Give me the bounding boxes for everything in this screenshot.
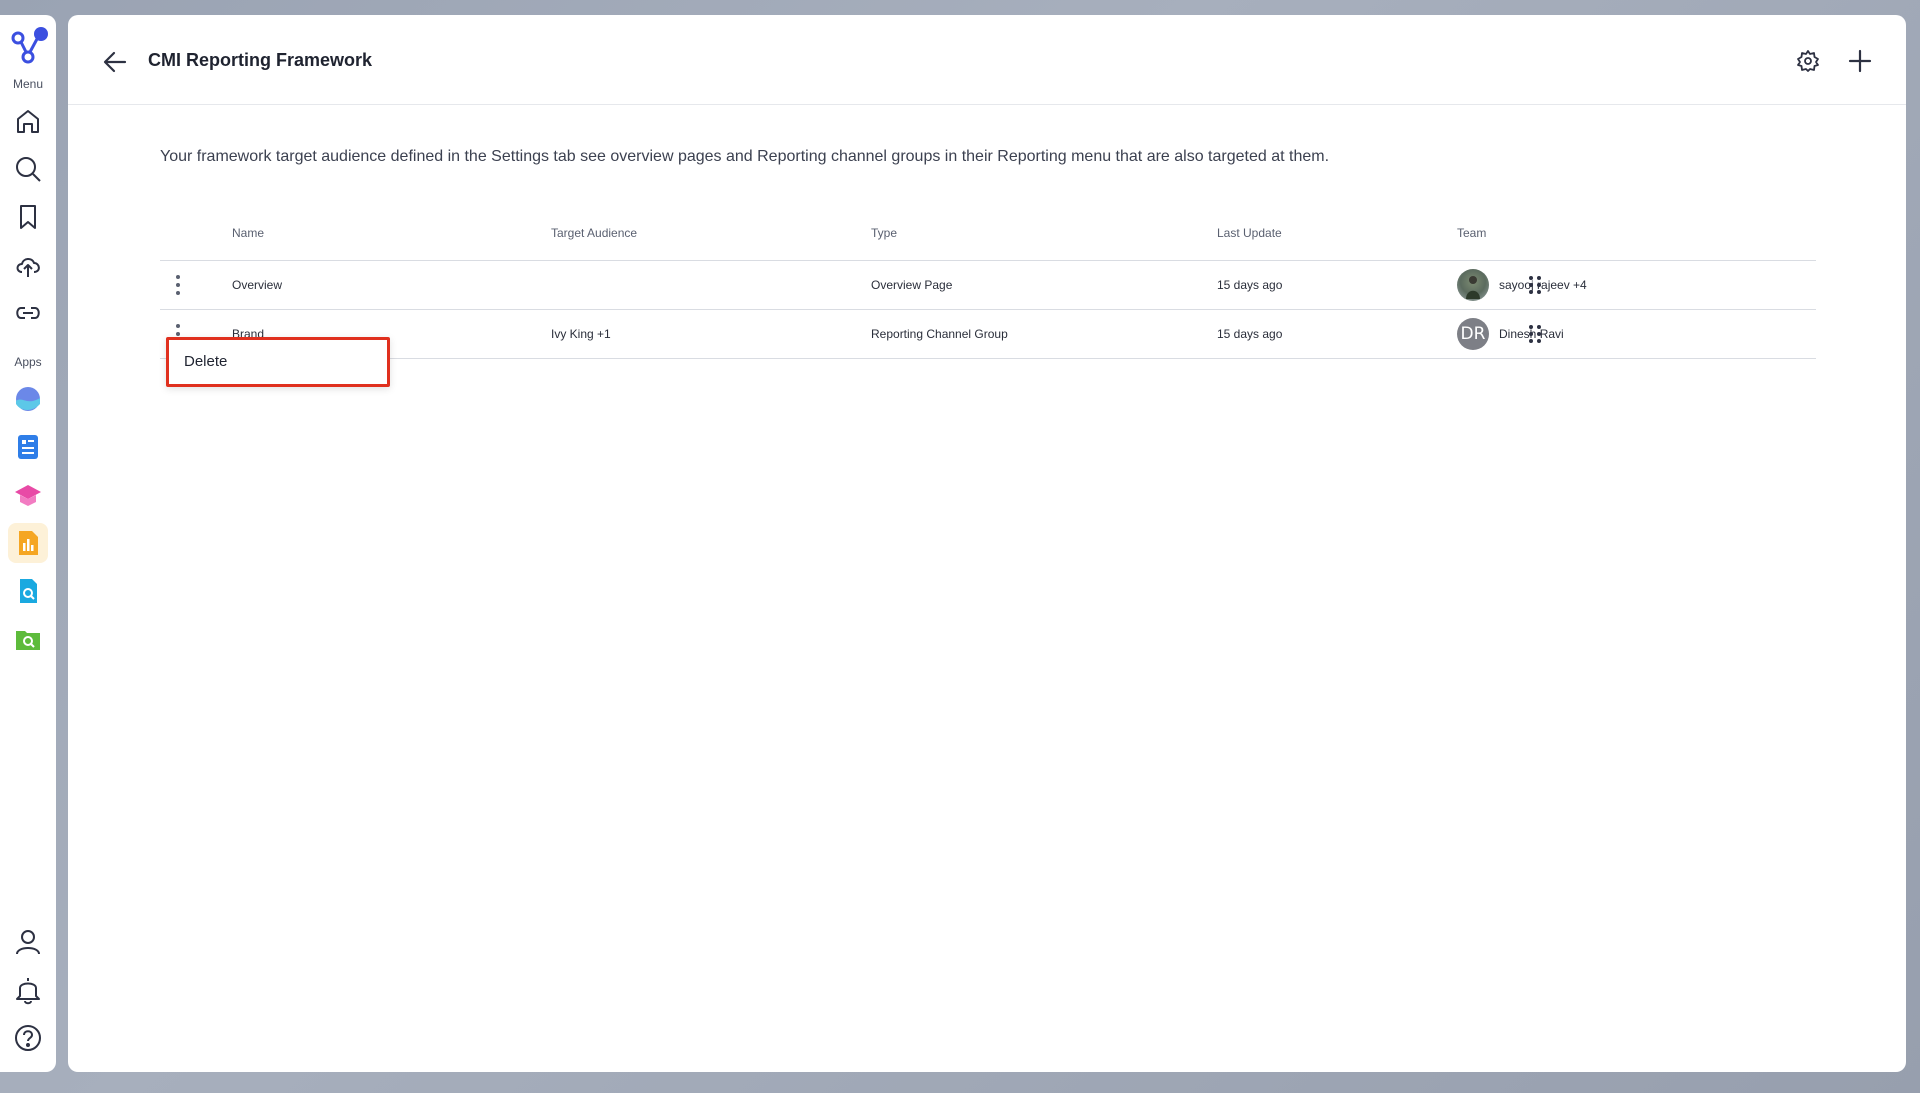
drag-handle-icon[interactable] xyxy=(1525,274,1545,296)
table-header: Name Target Audience Type Last Update Te… xyxy=(160,210,1816,261)
framework-description: Your framework target audience defined i… xyxy=(160,148,1330,165)
help-icon[interactable] xyxy=(8,1018,48,1058)
file-search-app-icon[interactable] xyxy=(8,571,48,611)
column-header-last-update[interactable]: Last Update xyxy=(1217,226,1282,240)
row-context-menu: Delete xyxy=(166,337,390,387)
row-team[interactable]: sayooj rajeev +4 xyxy=(1457,269,1587,301)
row-name: Overview xyxy=(232,278,283,292)
link-icon[interactable] xyxy=(8,293,48,333)
row-target-audience: Ivy King +1 xyxy=(551,327,611,341)
column-header-target-audience[interactable]: Target Audience xyxy=(551,226,637,240)
wave-app-icon[interactable] xyxy=(8,379,48,419)
drag-handle-icon[interactable] xyxy=(1525,323,1545,345)
add-icon[interactable] xyxy=(1846,47,1874,75)
main-panel: CMI Reporting Framework Your framework t… xyxy=(68,15,1906,1072)
page-title: CMI Reporting Framework xyxy=(148,50,373,70)
gear-icon[interactable] xyxy=(1796,49,1820,73)
column-header-team[interactable]: Team xyxy=(1457,226,1486,240)
avatar xyxy=(1457,269,1489,301)
table-row[interactable]: Overview Overview Page 15 days ago sayoo… xyxy=(160,261,1816,310)
apps-section-label: Apps xyxy=(14,355,42,369)
reporting-app-icon[interactable] xyxy=(8,523,48,563)
row-more-options-icon[interactable] xyxy=(170,273,186,297)
row-last-update: 15 days ago xyxy=(1217,278,1283,292)
row-team[interactable]: DR Dinesh Ravi xyxy=(1457,318,1564,350)
page-header: CMI Reporting Framework xyxy=(68,15,1906,105)
home-icon[interactable] xyxy=(8,101,48,141)
folder-search-app-icon[interactable] xyxy=(8,619,48,659)
bookmark-icon[interactable] xyxy=(8,197,48,237)
education-app-icon[interactable] xyxy=(8,475,48,515)
upload-cloud-icon[interactable] xyxy=(8,245,48,285)
back-arrow-icon[interactable] xyxy=(100,47,130,77)
user-icon[interactable] xyxy=(8,922,48,962)
row-type: Overview Page xyxy=(871,278,953,292)
brand-logo[interactable] xyxy=(6,23,50,67)
document-app-icon[interactable] xyxy=(8,427,48,467)
column-header-name[interactable]: Name xyxy=(232,226,264,240)
menu-section-label: Menu xyxy=(12,77,44,91)
sidebar: Menu Apps xyxy=(0,15,56,1072)
search-icon[interactable] xyxy=(8,149,48,189)
delete-menu-item[interactable]: Delete xyxy=(184,353,227,370)
table-row[interactable]: Brand Ivy King +1 Reporting Channel Grou… xyxy=(160,310,1816,359)
row-last-update: 15 days ago xyxy=(1217,327,1283,341)
bell-icon[interactable] xyxy=(8,970,48,1010)
items-table: Name Target Audience Type Last Update Te… xyxy=(160,210,1816,359)
column-header-type[interactable]: Type xyxy=(871,226,897,240)
avatar: DR xyxy=(1457,318,1489,350)
row-type: Reporting Channel Group xyxy=(871,327,1008,341)
